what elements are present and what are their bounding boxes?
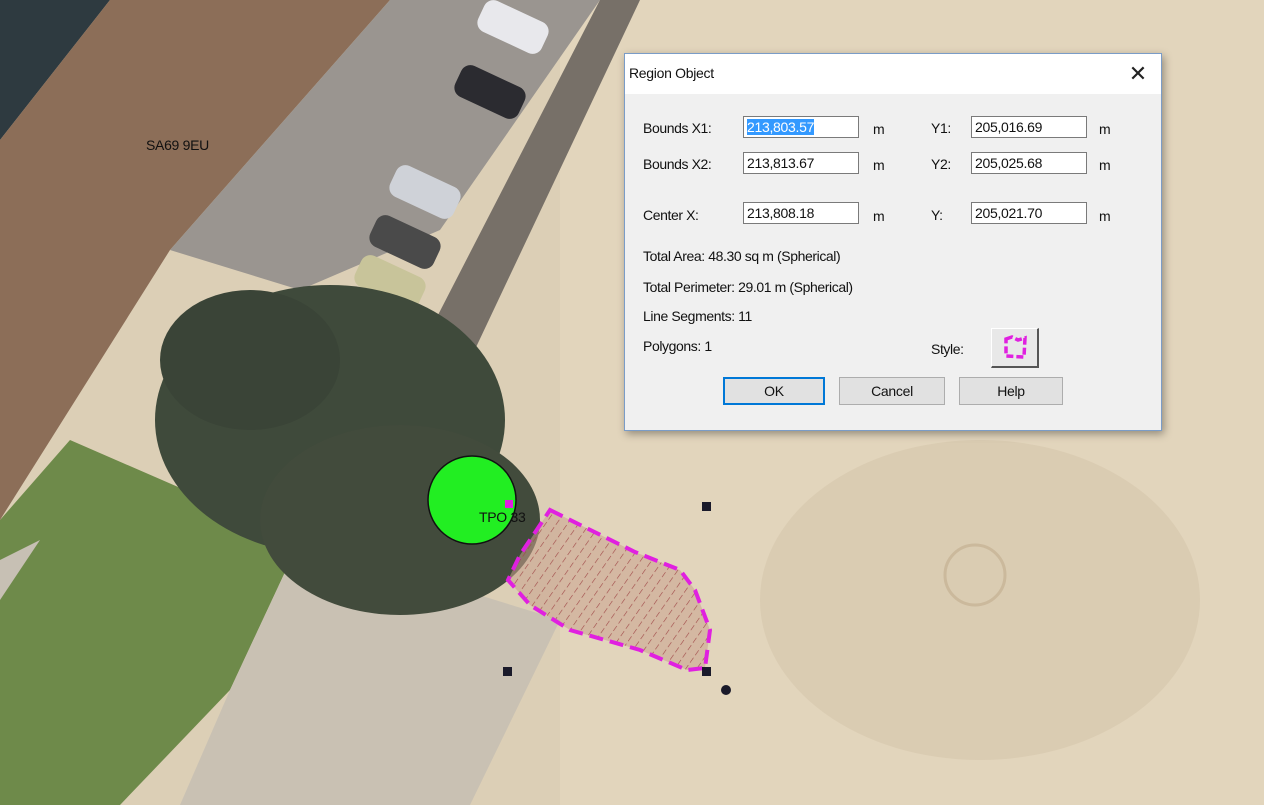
region-style-button[interactable] [991,328,1039,368]
selection-handle [702,502,711,511]
bounds-y1-label: Y1: [931,120,951,136]
tree-tpo-label: TPO 33 [479,509,526,525]
style-label: Style: [931,341,964,357]
center-x-unit: m [873,208,885,224]
bounds-x2-field[interactable]: 213,813.67 [743,152,859,174]
center-x-field[interactable]: 213,808.18 [743,202,859,224]
bounds-y2-field[interactable]: 205,025.68 [971,152,1087,174]
selection-handle [503,667,512,676]
help-button[interactable]: Help [959,377,1063,405]
bounds-x2-unit: m [873,157,885,173]
selection-handle [702,667,711,676]
bounds-x1-unit: m [873,121,885,137]
total-area-text: Total Area: 48.30 sq m (Spherical) [643,248,841,264]
region-style-icon [1004,335,1027,359]
center-y-label: Y: [931,207,943,223]
center-x-label: Center X: [643,207,699,223]
bounds-y1-unit: m [1099,121,1111,137]
center-y-unit: m [1099,208,1111,224]
bounds-y1-field[interactable]: 205,016.69 [971,116,1087,138]
polygons-text: Polygons: 1 [643,338,712,354]
selection-center-marker [721,685,731,695]
bounds-x2-label: Bounds X2: [643,156,712,172]
center-y-field[interactable]: 205,021.70 [971,202,1087,224]
line-segments-text: Line Segments: 11 [643,308,752,324]
bounds-y2-label: Y2: [931,156,951,172]
bounds-y2-unit: m [1099,157,1111,173]
postcode-label: SA69 9EU [146,137,209,153]
bounds-x1-label: Bounds X1: [643,120,712,136]
cancel-button[interactable]: Cancel [839,377,945,405]
close-icon[interactable]: ✕ [1115,54,1161,94]
ok-button[interactable]: OK [723,377,825,405]
dialog-title: Region Object [629,65,714,81]
bounds-x1-field[interactable]: 213,803.57 [743,116,859,138]
total-perimeter-text: Total Perimeter: 29.01 m (Spherical) [643,279,853,295]
tree-point-symbol [427,455,517,545]
dialog-titlebar[interactable]: Region Object ✕ [625,54,1161,94]
region-object-dialog: Region Object ✕ Bounds X1: 213,803.57 m … [624,53,1162,431]
